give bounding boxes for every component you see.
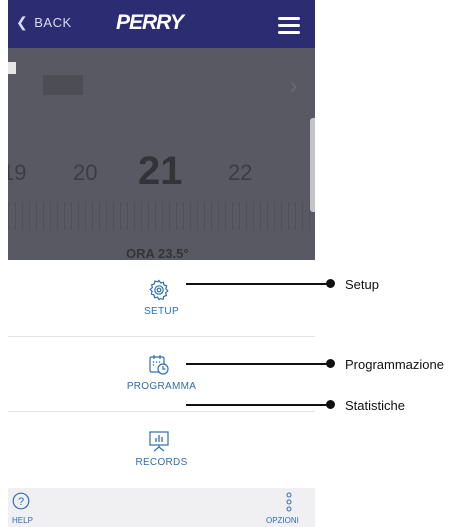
callout-dot (326, 400, 335, 409)
menu-item-programma[interactable]: PROGRAMMA (8, 335, 315, 412)
menu-item-label: PROGRAMMA (126, 381, 197, 392)
callout-label-statistiche: Statistiche (345, 398, 405, 413)
side-tab-icon (8, 62, 16, 74)
callout-dot (326, 279, 335, 288)
hamburger-menu-icon[interactable] (278, 17, 300, 38)
back-label: BACK (34, 15, 72, 30)
chart-board-icon (149, 431, 169, 452)
options-menu: SETUP PROGRAMMA RECORDS (8, 260, 315, 488)
dimmed-thermostat-view: › 19 20 21 22 ORA 23.5° (8, 48, 315, 260)
menu-item-label: SETUP (144, 306, 179, 317)
calendar-clock-icon (149, 355, 169, 375)
temp-value: 19 (8, 160, 27, 185)
options-label[interactable]: OPZIONI (266, 516, 299, 525)
help-label[interactable]: HELP (12, 516, 33, 525)
svg-text:?: ? (18, 496, 24, 508)
bottom-bar: ? HELP OPZIONI (8, 488, 315, 527)
temp-value: 20 (73, 160, 98, 185)
menu-item-setup[interactable]: SETUP (8, 260, 315, 337)
chevron-right-icon: › (290, 73, 298, 98)
callout-line (186, 363, 330, 365)
temperature-scale (8, 202, 315, 230)
temp-selected: 21 (138, 149, 183, 193)
callout-line (186, 283, 330, 285)
scroll-handle (310, 118, 315, 212)
menu-item-label: RECORDS (135, 457, 188, 468)
temp-value: 22 (228, 160, 253, 185)
chevron-left-icon: ❮ (16, 14, 29, 30)
current-temp-label: ORA 23.5° (126, 246, 189, 260)
menu-item-records[interactable]: RECORDS (8, 411, 315, 487)
app-screen: ❮ BACK PERRY › 19 20 21 22 ORA 23.5° SETU… (8, 0, 315, 527)
callout-dot (326, 359, 335, 368)
callout-line (186, 404, 330, 406)
brand-logo: PERRY (116, 11, 184, 34)
mode-indicator (43, 75, 83, 95)
gear-icon (149, 279, 169, 301)
callout-label-programmazione: Programmazione (345, 357, 444, 372)
callout-label-setup: Setup (345, 277, 379, 292)
header-bar: ❮ BACK PERRY (8, 0, 315, 48)
more-options-icon[interactable] (286, 492, 292, 512)
back-button[interactable]: ❮ BACK (16, 14, 72, 31)
help-icon[interactable]: ? (12, 492, 30, 510)
